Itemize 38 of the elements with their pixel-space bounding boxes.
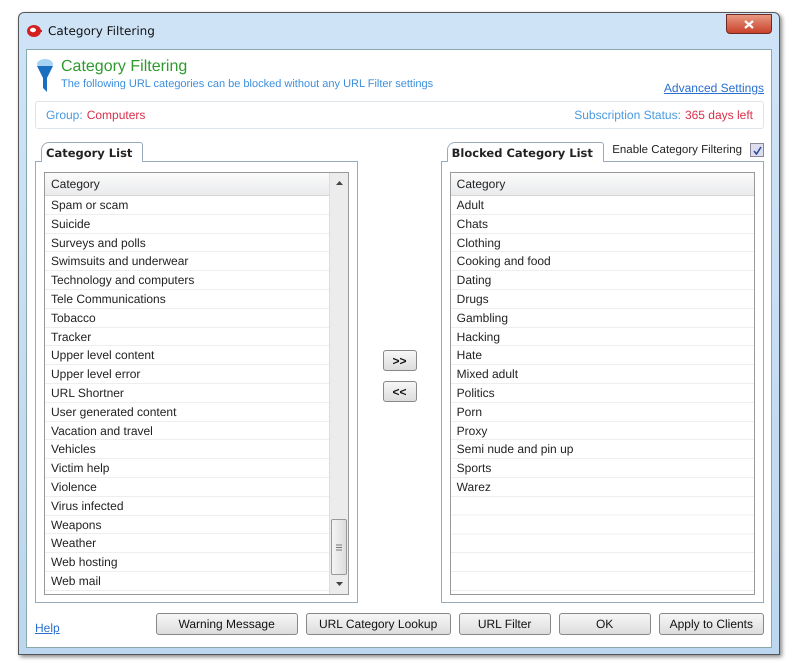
grip-icon bbox=[336, 544, 342, 550]
remove-button[interactable]: << bbox=[382, 381, 416, 402]
dialog-button[interactable]: URL Filter bbox=[458, 613, 551, 635]
category-item[interactable]: Tracker bbox=[45, 328, 330, 346]
dialog-button[interactable]: Apply to Clients bbox=[658, 613, 764, 635]
dialog-button[interactable]: OK bbox=[558, 613, 651, 635]
category-item[interactable]: Vacation and travel bbox=[45, 422, 330, 440]
funnel-icon bbox=[35, 58, 55, 94]
column-header[interactable]: Category bbox=[45, 173, 330, 196]
dialog-button[interactable]: Warning Message bbox=[156, 613, 298, 635]
scroll-thumb[interactable] bbox=[331, 519, 348, 575]
dialog-description: The following URL categories can be blocked without any URL Filter settings bbox=[61, 78, 434, 90]
app-logo-icon bbox=[26, 24, 42, 38]
scrollbar[interactable] bbox=[329, 173, 348, 594]
blocked-category-item[interactable]: Hacking bbox=[450, 328, 754, 346]
advanced-settings-link[interactable]: Advanced Settings bbox=[664, 81, 764, 95]
category-list-tab[interactable]: Category List bbox=[41, 142, 144, 162]
add-button[interactable]: >> bbox=[382, 350, 416, 371]
close-button[interactable] bbox=[726, 14, 772, 34]
enable-filtering-label: Enable Category Filtering bbox=[612, 144, 742, 156]
group-label: Group: bbox=[46, 108, 83, 122]
help-link[interactable]: Help bbox=[35, 621, 60, 635]
close-icon bbox=[744, 20, 754, 28]
blocked-list-tab[interactable]: Blocked Category List bbox=[446, 142, 604, 162]
window-title: Category Filtering bbox=[48, 24, 156, 38]
scroll-down-icon bbox=[336, 582, 343, 586]
subscription-label: Subscription Status: bbox=[574, 108, 681, 122]
dialog-heading: Category Filtering bbox=[61, 58, 188, 76]
category-item[interactable]: Weapons bbox=[45, 516, 330, 534]
dialog-button[interactable]: URL Category Lookup bbox=[306, 613, 451, 635]
blocked-category-item[interactable]: Clothing bbox=[450, 234, 754, 252]
blocked-category-item[interactable]: Proxy bbox=[450, 422, 754, 440]
column-header[interactable]: Category bbox=[450, 173, 754, 196]
scroll-up-icon bbox=[336, 181, 343, 185]
category-item[interactable]: Surveys and polls bbox=[45, 234, 330, 252]
group-value: Computers bbox=[86, 108, 146, 122]
subscription-value: 365 days left bbox=[684, 108, 753, 122]
enable-filtering-checkbox[interactable] bbox=[750, 143, 764, 157]
